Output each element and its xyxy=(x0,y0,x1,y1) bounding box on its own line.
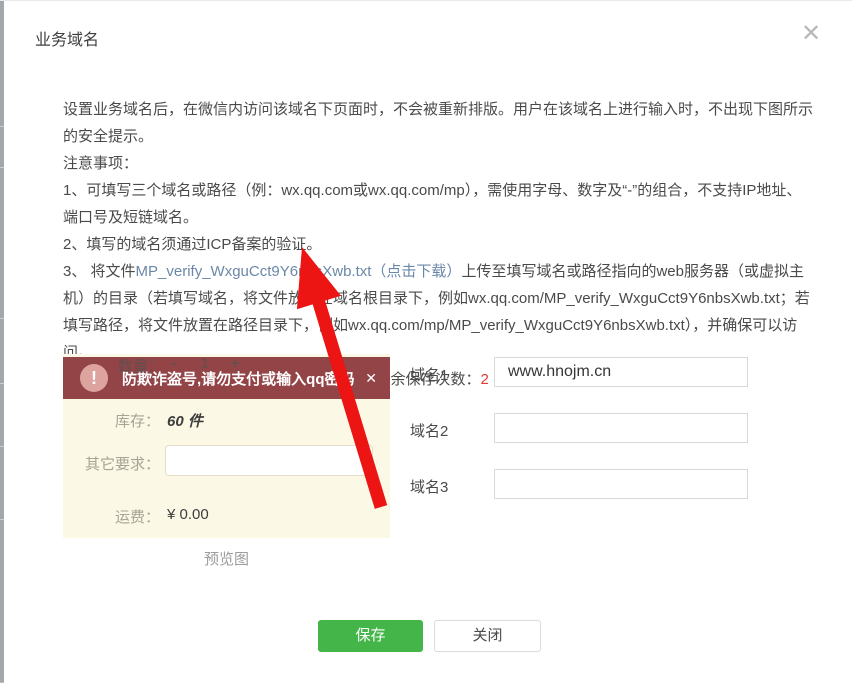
notes-heading: 注意事项： xyxy=(63,155,139,172)
shipping-label: 运费： xyxy=(114,509,160,526)
remaining-saves-count: 2 xyxy=(480,371,489,388)
instructions-text: 设置业务域名后，在微信内访问该域名下页面时，不会被重新排版。用户在该域名上进行输… xyxy=(63,96,815,393)
domain3-label: 域名3 xyxy=(410,479,449,496)
security-warning-preview-card: 数量： - 1 + ! 防欺诈盗号,请勿支付或输入qq密码 ✕ 库存： 60 件… xyxy=(63,354,390,538)
exclamation-icon: ! xyxy=(80,364,108,392)
domain3-input[interactable] xyxy=(494,469,748,499)
domain2-label: 域名2 xyxy=(410,423,449,440)
preview-caption: 预览图 xyxy=(203,551,249,568)
domain2-input[interactable] xyxy=(494,413,748,443)
verify-file-download-link[interactable]: MP_verify_WxguCct9Y6nbsXwb.txt（点击下载） xyxy=(136,263,462,280)
banner-close-icon: ✕ xyxy=(365,369,377,386)
stock-value: 60 件 xyxy=(167,413,203,430)
note-item-1: 1、可填写三个域名或路径（例：wx.qq.com或wx.qq.com/mp），需… xyxy=(63,182,802,226)
domain1-label: 域名1 xyxy=(410,367,449,384)
shipping-value: ¥ 0.00 xyxy=(167,506,209,523)
other-requirements-input xyxy=(165,445,373,476)
page-title: 业务域名 xyxy=(35,32,100,49)
close-button[interactable]: 关闭 xyxy=(434,620,541,652)
save-button[interactable]: 保存 xyxy=(318,620,423,652)
note-item-2: 2、填写的域名须通过ICP备案的验证。 xyxy=(63,236,322,253)
intro-paragraph: 设置业务域名后，在微信内访问该域名下页面时，不会被重新排版。用户在该域名上进行输… xyxy=(63,101,814,145)
business-domain-dialog-screen: 业务域名 ✕ 设置业务域名后，在微信内访问该域名下页面时，不会被重新排版。用户在… xyxy=(0,0,852,683)
business-domain-dialog: 业务域名 ✕ 设置业务域名后，在微信内访问该域名下页面时，不会被重新排版。用户在… xyxy=(4,1,852,683)
domain1-input[interactable] xyxy=(494,357,748,387)
fraud-warning-text: 防欺诈盗号,请勿支付或输入qq密码 xyxy=(122,370,355,388)
close-icon[interactable]: ✕ xyxy=(796,19,826,49)
note-item-3-prefix: 3、 将文件 xyxy=(63,263,136,280)
fraud-warning-banner: ! 防欺诈盗号,请勿支付或输入qq密码 ✕ xyxy=(63,357,390,399)
stock-label: 库存： xyxy=(114,413,160,430)
note-item-3: 3、 将文件MP_verify_WxguCct9Y6nbsXwb.txt（点击下… xyxy=(63,258,815,366)
other-requirements-label: 其它要求： xyxy=(84,456,160,473)
